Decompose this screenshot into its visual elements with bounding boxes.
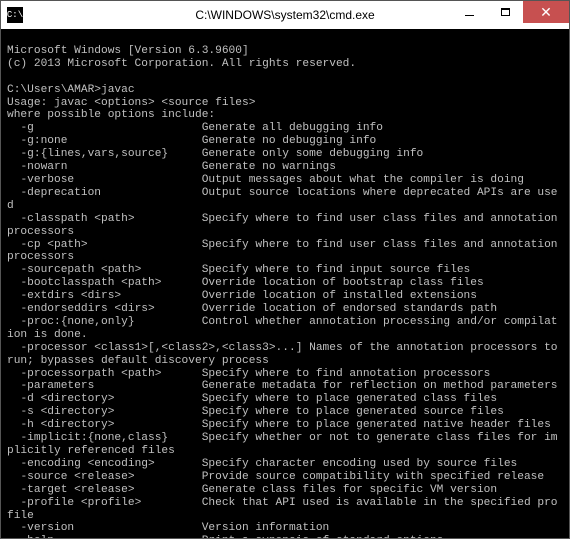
terminal-line: -s <directory> Specify where to place ge… [7,406,563,419]
terminal-line: Microsoft Windows [Version 6.3.9600] [7,45,563,58]
terminal-line: -profile <profile> Check that API used i… [7,497,563,523]
cmd-icon: C:\ [7,7,23,23]
terminal-line: (c) 2013 Microsoft Corporation. All righ… [7,58,563,71]
terminal-line: -d <directory> Specify where to place ge… [7,393,563,406]
terminal-line: -endorseddirs <dirs> Override location o… [7,303,563,316]
terminal-line: -bootclasspath <path> Override location … [7,277,563,290]
terminal-line: -extdirs <dirs> Override location of ins… [7,290,563,303]
terminal-line: -classpath <path> Specify where to find … [7,213,563,239]
terminal-line: C:\Users\AMAR>javac [7,84,563,97]
terminal-line: Usage: javac <options> <source files> [7,97,563,110]
terminal-line: -g:none Generate no debugging info [7,135,563,148]
maximize-button[interactable] [487,1,523,23]
cmd-icon-glyph: C:\ [7,11,23,20]
close-icon: ✕ [540,5,552,19]
terminal-line: -verbose Output messages about what the … [7,174,563,187]
window-title: C:\WINDOWS\system32\cmd.exe [195,8,374,22]
terminal-line: -parameters Generate metadata for reflec… [7,380,563,393]
terminal-line: -implicit:{none,class} Specify whether o… [7,432,563,458]
terminal-line: -source <release> Provide source compati… [7,471,563,484]
terminal-line: -h <directory> Specify where to place ge… [7,419,563,432]
minimize-button[interactable] [451,1,487,23]
terminal-line: -cp <path> Specify where to find user cl… [7,239,563,265]
terminal-line [7,32,563,45]
terminal-line: -encoding <encoding> Specify character e… [7,458,563,471]
terminal-line: -processorpath <path> Specify where to f… [7,368,563,381]
terminal-line: -processor <class1>[,<class2>,<class3>..… [7,342,563,368]
terminal-line: -nowarn Generate no warnings [7,161,563,174]
terminal-line: -sourcepath <path> Specify where to find… [7,264,563,277]
window-controls: ✕ [451,1,569,29]
terminal-line: where possible options include: [7,109,563,122]
terminal-line [7,71,563,84]
terminal-line: -help Print a synopsis of standard optio… [7,535,563,538]
maximize-icon [501,8,510,16]
terminal-line: -g:{lines,vars,source} Generate only som… [7,148,563,161]
terminal-line: -deprecation Output source locations whe… [7,187,563,213]
minimize-icon [465,15,474,16]
terminal-line: -version Version information [7,522,563,535]
titlebar[interactable]: C:\ C:\WINDOWS\system32\cmd.exe ✕ [1,1,569,29]
cmd-window: C:\ C:\WINDOWS\system32\cmd.exe ✕ Micros… [0,0,570,539]
terminal-output[interactable]: Microsoft Windows [Version 6.3.9600](c) … [1,29,569,538]
terminal-line: -target <release> Generate class files f… [7,484,563,497]
terminal-line: -proc:{none,only} Control whether annota… [7,316,563,342]
terminal-line: -g Generate all debugging info [7,122,563,135]
close-button[interactable]: ✕ [523,1,569,23]
